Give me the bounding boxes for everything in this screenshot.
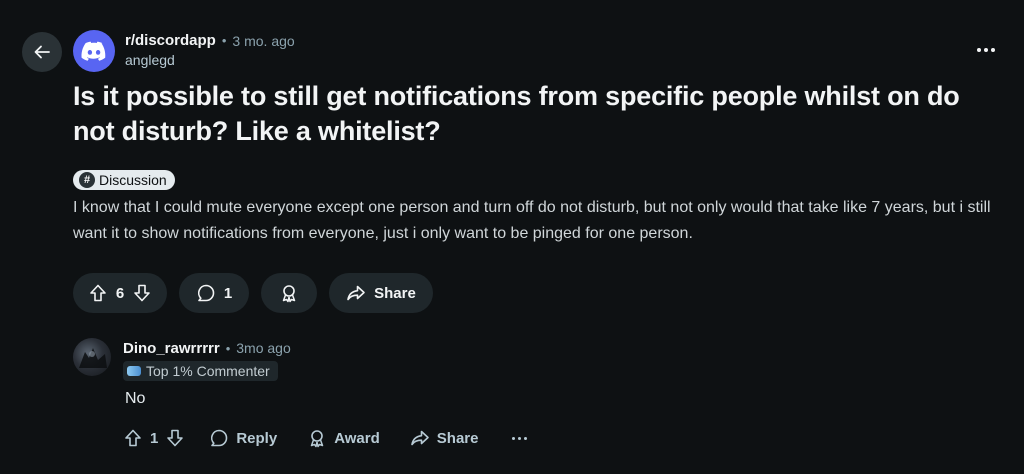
avatar-image: [79, 348, 107, 368]
post-body: I know that I could mute everyone except…: [73, 199, 991, 242]
hashtag-icon: #: [79, 172, 95, 188]
ellipsis-dot: [991, 48, 995, 52]
award-label: Award: [334, 429, 380, 447]
ellipsis-dot: [524, 436, 528, 440]
meta-separator: •: [221, 33, 227, 48]
post-header: r/discordapp • 3 mo. ago anglegd: [125, 32, 295, 68]
arrow-down-icon: [165, 428, 185, 448]
comment-time: 3mo ago: [236, 340, 291, 356]
post-flair[interactable]: # Discussion: [73, 170, 175, 190]
post-title: Is it possible to still get notification…: [73, 81, 960, 146]
speech-bubble-icon: [209, 428, 229, 448]
upvote-button[interactable]: [88, 283, 108, 303]
reply-button[interactable]: Reply: [209, 428, 277, 448]
share-button[interactable]: Share: [329, 273, 433, 313]
badge-label: Top 1% Commenter: [146, 363, 270, 379]
share-arrow-icon: [410, 428, 430, 448]
comment-share-label: Share: [436, 429, 479, 447]
arrow-down-icon: [132, 283, 152, 303]
comment-award-button[interactable]: Award: [307, 428, 380, 448]
comment-header: Dino_rawrrrrr • 3mo ago Top 1% Commenter: [123, 338, 291, 381]
comments-button[interactable]: 1: [179, 273, 249, 313]
reply-label: Reply: [236, 429, 278, 447]
comment-upvote-button[interactable]: [123, 428, 143, 448]
meta-separator: •: [225, 340, 231, 356]
share-label: Share: [374, 284, 416, 302]
arrow-up-icon: [123, 428, 143, 448]
ellipsis-icon: [977, 48, 981, 52]
arrow-up-icon: [88, 283, 108, 303]
ellipsis-dot: [518, 436, 522, 440]
post-time: 3 mo. ago: [232, 33, 295, 49]
comment-share-button[interactable]: Share: [410, 428, 479, 448]
subreddit-link[interactable]: r/discordapp: [125, 32, 216, 50]
post-author[interactable]: anglegd: [125, 52, 295, 68]
comment-count: 1: [223, 284, 233, 302]
downvote-button[interactable]: [132, 283, 152, 303]
comment-action-bar: 1 Reply Award Share: [123, 427, 528, 449]
arrow-left-icon: [32, 42, 52, 62]
ellipsis-icon: [512, 436, 516, 440]
post-page: r/discordapp • 3 mo. ago anglegd Is it p…: [0, 0, 1024, 474]
comment-more-button[interactable]: [512, 436, 528, 440]
comment-vote-control: 1: [123, 428, 185, 448]
vote-control: 6: [73, 273, 167, 313]
post-action-bar: 6 1 Share: [73, 273, 433, 313]
share-arrow-icon: [346, 283, 366, 303]
comment-username[interactable]: Dino_rawrrrrr: [123, 340, 220, 357]
comment-downvote-button[interactable]: [165, 428, 185, 448]
comment-vote-count: 1: [150, 429, 159, 447]
subreddit-avatar[interactable]: [73, 30, 115, 72]
comment-body: No: [125, 390, 146, 407]
award-icon: [279, 283, 299, 303]
flair-label: Discussion: [99, 172, 167, 188]
award-button[interactable]: [261, 273, 317, 313]
discord-logo-icon: [81, 41, 107, 61]
back-button[interactable]: [22, 32, 62, 72]
commenter-badge-icon: [127, 366, 141, 376]
speech-bubble-icon: [196, 283, 216, 303]
more-options-button[interactable]: [972, 40, 1000, 60]
vote-count: 6: [115, 284, 125, 302]
award-icon: [307, 428, 327, 448]
avatar[interactable]: [73, 338, 111, 376]
ellipsis-dot: [984, 48, 988, 52]
status-badge: Top 1% Commenter: [123, 361, 278, 381]
